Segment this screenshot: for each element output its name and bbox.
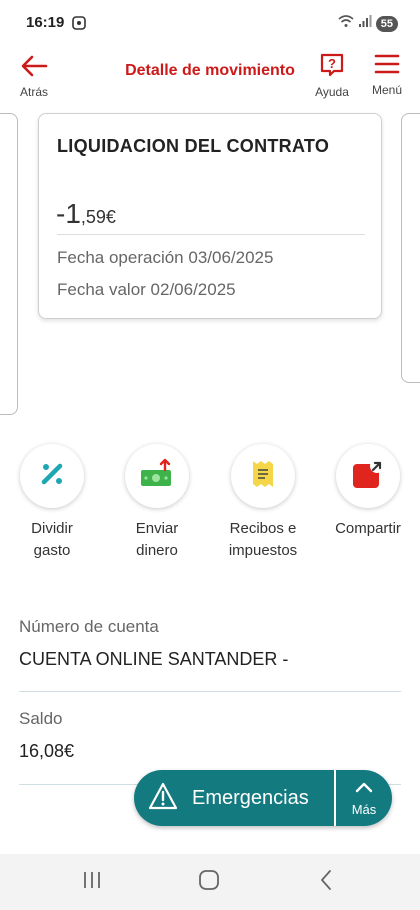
arrow-left-icon [20,54,48,83]
emergency-more-label: Más [351,801,377,817]
send-money-icon [139,458,175,495]
movement-title: LIQUIDACION DEL CONTRATO [57,136,330,156]
split-expense-icon [37,459,67,494]
home-icon [198,869,220,896]
menu-button[interactable]: Menú [367,52,407,97]
back-label: Atrás [19,85,48,99]
value-date: Fecha valor 02/06/2025 [57,280,236,299]
previous-movement-card[interactable] [0,113,18,415]
help-question-icon: ? [319,52,345,83]
menu-label: Menú [371,83,403,97]
share-label: Compartir [335,520,401,537]
back-button[interactable]: Atrás [14,54,54,99]
status-bar: 16:19 55 [0,0,420,46]
send-money-label-2: dinero [136,542,178,559]
split-expense-button[interactable]: Dividir gasto [2,444,102,562]
chevron-up-icon [355,780,373,798]
movement-detail-card: LIQUIDACION DEL CONTRATO -1,59€ Fecha op… [38,113,382,319]
movement-amount: -1,59€ [56,198,116,230]
signal-icon [358,14,372,33]
split-expense-label-1: Dividir [31,520,73,537]
next-movement-card[interactable] [401,113,420,383]
split-expense-label-2: gasto [33,542,71,559]
help-button[interactable]: ? Ayuda [312,52,352,99]
status-time: 16:19 [26,14,65,31]
account-number-value: CUENTA ONLINE SANTANDER - [19,649,289,669]
send-money-label-1: Enviar [135,520,179,537]
help-label: Ayuda [315,85,349,99]
share-icon [351,458,385,495]
share-button[interactable]: Compartir [318,444,418,540]
chevron-left-icon [318,869,334,896]
account-divider [19,691,401,692]
home-button[interactable] [189,868,229,896]
wifi-icon [338,14,354,33]
amount-integer: -1 [56,198,81,229]
emergency-label: Emergencias [192,786,309,809]
receipt-icon [250,459,276,494]
warning-icon [148,782,178,815]
hamburger-menu-icon [374,52,400,81]
receipts-taxes-button[interactable]: Recibos e impuestos [213,444,313,562]
recent-apps-button[interactable] [72,868,112,896]
balance-label: Saldo [19,709,63,728]
card-divider [57,234,365,235]
header: Atrás Detalle de movimiento ? Ayuda Menú [0,46,420,102]
back-nav-button[interactable] [306,868,346,896]
receipts-label-1: Recibos e [229,520,297,537]
emergency-more-button[interactable]: Más [336,780,392,817]
page-title: Detalle de movimiento [125,62,295,79]
emergency-fab: Emergencias Más [134,770,392,826]
receipts-label-2: impuestos [228,542,298,559]
operation-date: Fecha operación 03/06/2025 [57,248,274,267]
screenshot-icon [72,16,86,35]
balance-value: 16,08€ [19,741,75,761]
system-navigation-bar [0,854,420,910]
recent-apps-icon [81,870,103,895]
amount-decimal: ,59€ [80,207,116,227]
account-number-label: Número de cuenta [19,617,159,636]
svg-text:?: ? [328,56,336,71]
emergency-button[interactable]: Emergencias [134,770,334,826]
send-money-button[interactable]: Enviar dinero [107,444,207,562]
battery-indicator: 55 [375,15,398,32]
